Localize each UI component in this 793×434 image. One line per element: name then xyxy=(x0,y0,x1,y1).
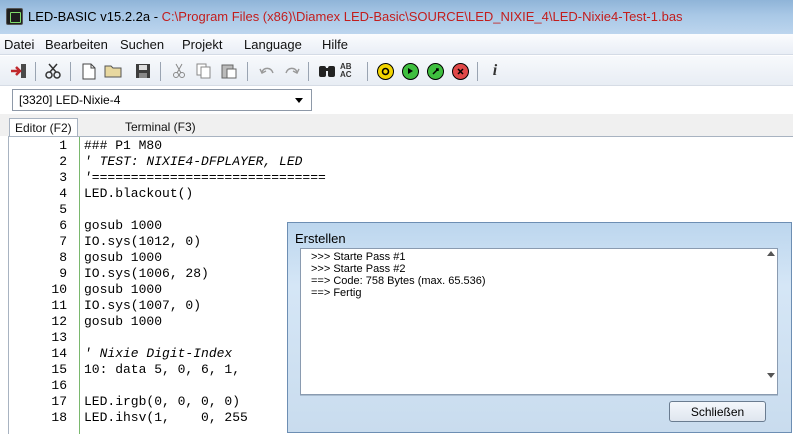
menu-suchen[interactable]: Suchen xyxy=(120,37,164,52)
line-number: 10 xyxy=(51,282,67,297)
line-number: 7 xyxy=(59,234,67,249)
import-icon[interactable] xyxy=(8,61,30,81)
code-line: gosub 1000 xyxy=(84,282,163,297)
cut-icon[interactable] xyxy=(168,61,190,81)
copy-icon[interactable] xyxy=(193,61,215,81)
log-line: ==> Code: 758 Bytes (max. 65.536) xyxy=(311,275,486,287)
code-line: gosub 1000 xyxy=(84,250,163,265)
line-number: 6 xyxy=(59,218,67,233)
log-line: >>> Starte Pass #2 xyxy=(311,263,406,275)
line-number: 13 xyxy=(51,330,67,345)
toolbar-separator xyxy=(367,62,368,81)
line-number: 5 xyxy=(59,202,67,217)
info-icon[interactable]: i xyxy=(484,61,506,81)
toolbar-separator xyxy=(160,62,161,81)
scroll-up-icon[interactable] xyxy=(767,251,775,256)
line-number: 1 xyxy=(59,138,67,153)
line-number: 3 xyxy=(59,170,67,185)
menu-projekt[interactable]: Projekt xyxy=(182,37,222,52)
stop-icon[interactable] xyxy=(449,61,471,81)
code-line: ' TEST: NIXIE4-DFPLAYER, LED xyxy=(84,154,303,169)
line-number: 18 xyxy=(51,410,67,425)
stop-circle xyxy=(451,62,469,80)
menu-bar: Datei Bearbeiten Suchen Projekt Language… xyxy=(0,34,793,55)
build-dialog: Erstellen >>> Starte Pass #1 >>> Starte … xyxy=(287,222,792,433)
open-folder-icon[interactable] xyxy=(103,61,125,81)
undo-icon[interactable] xyxy=(256,61,278,81)
debug-icon[interactable] xyxy=(424,61,446,81)
title-bar: LED-BASIC v15.2.2a - C:\Program Files (x… xyxy=(0,0,793,34)
find-icon[interactable] xyxy=(316,61,338,81)
line-number: 12 xyxy=(51,314,67,329)
title-file-path: C:\Program Files (x86)\Diamex LED-Basic\… xyxy=(161,9,683,24)
toolbar-separator xyxy=(70,62,71,81)
code-line: LED.irgb(0, 0, 0, 0) xyxy=(84,394,241,409)
toolbar: AB AC i xyxy=(0,56,793,86)
tab-strip xyxy=(0,114,793,136)
compile-icon[interactable] xyxy=(374,61,396,81)
log-line: ==> Fertig xyxy=(311,287,362,299)
new-file-icon[interactable] xyxy=(78,61,100,81)
chevron-down-icon xyxy=(295,98,303,103)
line-number: 14 xyxy=(51,346,67,361)
menu-bearbeiten[interactable]: Bearbeiten xyxy=(45,37,108,52)
line-number: 17 xyxy=(51,394,67,409)
gutter-divider xyxy=(79,137,80,434)
log-line: >>> Starte Pass #1 xyxy=(311,251,406,263)
scroll-down-icon[interactable] xyxy=(767,373,775,378)
code-line: ### P1 M80 xyxy=(84,138,163,153)
menu-hilfe[interactable]: Hilfe xyxy=(322,37,348,52)
dialog-divider xyxy=(300,395,778,396)
dialog-title: Erstellen xyxy=(295,231,346,246)
app-icon[interactable] xyxy=(6,8,23,25)
code-line: gosub 1000 xyxy=(84,314,163,329)
toolbar-separator xyxy=(35,62,36,81)
title-app-name: LED-BASIC v15.2.2a - xyxy=(28,9,162,24)
code-line: gosub 1000 xyxy=(84,218,163,233)
code-line: '============================== xyxy=(84,170,326,185)
code-line: IO.sys(1007, 0) xyxy=(84,298,202,313)
code-line: LED.ihsv(1, 0, 255 xyxy=(84,410,248,425)
code-line: IO.sys(1012, 0) xyxy=(84,234,202,249)
code-line: ' Nixie Digit-Index xyxy=(84,346,233,361)
line-number: 2 xyxy=(59,154,67,169)
paste-icon[interactable] xyxy=(218,61,240,81)
redo-icon[interactable] xyxy=(281,61,303,81)
code-line: IO.sys(1006, 28) xyxy=(84,266,209,281)
line-number: 8 xyxy=(59,250,67,265)
menu-datei[interactable]: Datei xyxy=(4,37,34,52)
tab-editor[interactable]: Editor (F2) xyxy=(9,118,78,136)
window-title: LED-BASIC v15.2.2a - C:\Program Files (x… xyxy=(28,9,683,24)
save-icon[interactable] xyxy=(132,61,154,81)
code-line: LED.blackout() xyxy=(84,186,194,201)
code-line: 10: data 5, 0, 6, 1, xyxy=(84,362,241,377)
build-log[interactable]: >>> Starte Pass #1 >>> Starte Pass #2 ==… xyxy=(300,248,778,395)
compile-circle xyxy=(376,62,394,80)
run-circle xyxy=(401,62,419,80)
debug-circle xyxy=(426,62,444,80)
project-select-value: [3320] LED-Nixie-4 xyxy=(19,93,121,107)
menu-language[interactable]: Language xyxy=(244,37,302,52)
toolbar-separator xyxy=(247,62,248,81)
line-number: 11 xyxy=(51,298,67,313)
line-number: 4 xyxy=(59,186,67,201)
line-number: 15 xyxy=(51,362,67,377)
close-button[interactable]: Schließen xyxy=(669,401,766,422)
project-select[interactable]: [3320] LED-Nixie-4 xyxy=(12,89,312,111)
tab-terminal[interactable]: Terminal (F3) xyxy=(120,118,201,136)
toolbar-separator xyxy=(477,62,478,81)
toolbar-separator xyxy=(308,62,309,81)
line-number: 9 xyxy=(59,266,67,281)
run-icon[interactable] xyxy=(399,61,421,81)
line-number: 16 xyxy=(51,378,67,393)
cut-tool-icon[interactable] xyxy=(42,61,64,81)
replace-icon[interactable]: AB AC xyxy=(340,61,362,81)
